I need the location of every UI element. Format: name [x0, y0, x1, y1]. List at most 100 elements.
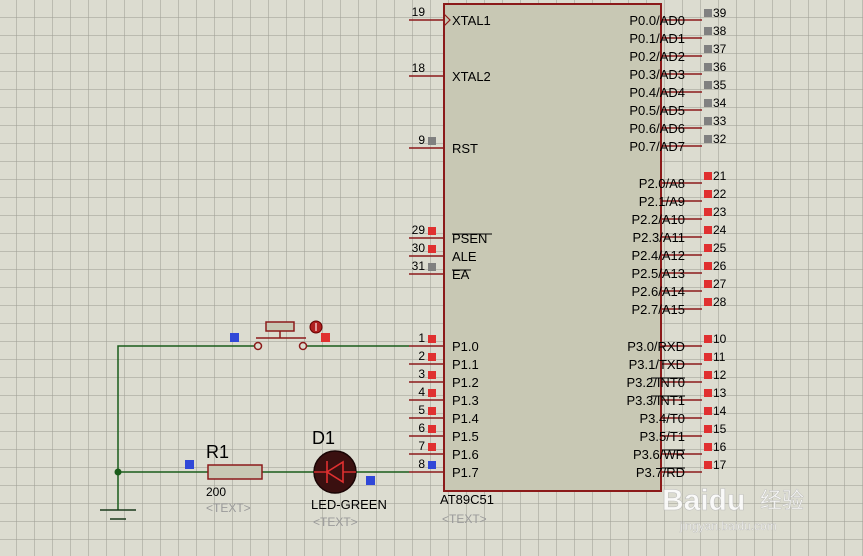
- pin-number: 38: [713, 24, 727, 38]
- pin-marker: [704, 244, 712, 252]
- pin-number: 23: [713, 205, 727, 219]
- pin-number: 36: [713, 60, 727, 74]
- pin-number: 21: [713, 169, 727, 183]
- pin-number: 4: [418, 385, 425, 399]
- pin-marker: [704, 298, 712, 306]
- pin-marker: [704, 335, 712, 343]
- pin-name: P2.5/A13: [632, 266, 686, 281]
- pin-name: XTAL2: [452, 69, 491, 84]
- pin-name: XTAL1: [452, 13, 491, 28]
- pin-number: 6: [418, 421, 425, 435]
- pin-name: P2.2/A10: [632, 212, 686, 227]
- pin-marker: [704, 461, 712, 469]
- pin-name: EA: [452, 267, 470, 282]
- pin-number: 13: [713, 386, 727, 400]
- button-contact-right: [298, 341, 308, 351]
- pin-name: P3.5/T1: [639, 429, 685, 444]
- resistor-body[interactable]: [207, 464, 263, 480]
- led-pin-marker: [366, 476, 375, 485]
- pin-marker: [704, 45, 712, 53]
- pin-number: 1: [418, 331, 425, 345]
- pin-marker: [704, 353, 712, 361]
- pin-number: 32: [713, 132, 727, 146]
- watermark: Baidu 经验 jingyan.baidu.com: [662, 484, 805, 533]
- pin-name: P1.5: [452, 429, 479, 444]
- button-contact-left: [253, 341, 263, 351]
- pin-name: P0.1/AD1: [629, 31, 685, 46]
- pin-marker: [428, 137, 436, 145]
- pin-marker: [428, 425, 436, 433]
- pin-marker: [704, 443, 712, 451]
- pin-marker: [428, 389, 436, 397]
- pin-name: P2.6/A14: [632, 284, 686, 299]
- led-part-label: LED-GREEN: [311, 497, 387, 512]
- pin-name: P3.0/RXD: [627, 339, 685, 354]
- pin-number: 29: [412, 223, 426, 237]
- ground-symbol[interactable]: [100, 509, 136, 520]
- pin-marker: [428, 227, 436, 235]
- pin-marker: [428, 443, 436, 451]
- pin-number: 37: [713, 42, 727, 56]
- pin-number: 15: [713, 422, 727, 436]
- pin-name: P3.2/INT0: [626, 375, 685, 390]
- pin-marker: [704, 27, 712, 35]
- button-cap[interactable]: [265, 321, 295, 332]
- pin-name: P3.4/T0: [639, 411, 685, 426]
- schematic-svg[interactable]: 19 XTAL1 18 XTAL2 9 RST 29 PSEN 30 ALE 31 EA 1 P1.0 2 P…: [0, 0, 863, 556]
- schematic-canvas[interactable]: 19 XTAL1 18 XTAL2 9 RST 29 PSEN 30 ALE 31 EA 1 P1.0 2 P…: [0, 0, 863, 556]
- pin-name: P0.0/AD0: [629, 13, 685, 28]
- pin-number: 19: [412, 5, 426, 19]
- pin-number: 27: [713, 277, 727, 291]
- pin-marker: [428, 263, 436, 271]
- pin-name: P1.7: [452, 465, 479, 480]
- pin-marker: [428, 371, 436, 379]
- pin-name: P2.3/A11: [632, 230, 685, 245]
- pin-number: 22: [713, 187, 727, 201]
- pin-number: 24: [713, 223, 727, 237]
- pin-number: 35: [713, 78, 727, 92]
- pin-marker: [704, 226, 712, 234]
- pin-marker: [704, 135, 712, 143]
- wires: [117, 345, 409, 510]
- pin-number: 25: [713, 241, 727, 255]
- pin-marker: [428, 335, 436, 343]
- pin-marker: [428, 407, 436, 415]
- push-button[interactable]: [253, 320, 323, 351]
- pin-name: P2.4/A12: [632, 248, 686, 263]
- pin-name: P0.2/AD2: [629, 49, 685, 64]
- pin-marker: [704, 262, 712, 270]
- pin-name: P1.3: [452, 393, 479, 408]
- pin-marker: [704, 208, 712, 216]
- pin-name: P1.2: [452, 375, 479, 390]
- pin-marker: [704, 425, 712, 433]
- pin-number: 17: [713, 458, 727, 472]
- pin-marker: [704, 81, 712, 89]
- pin-number: 5: [418, 403, 425, 417]
- pin-name: ALE: [452, 249, 477, 264]
- pin-number: 9: [418, 133, 425, 147]
- pin-number: 18: [412, 61, 426, 75]
- pin-name: P3.1/TXD: [629, 357, 685, 372]
- pin-marker: [704, 172, 712, 180]
- wire-button-to-ground[interactable]: [117, 345, 255, 472]
- pin-name: P2.1/A9: [639, 194, 685, 209]
- pin-marker: [704, 371, 712, 379]
- pin-marker: [428, 245, 436, 253]
- pin-name: P0.5/AD5: [629, 103, 685, 118]
- pin-marker: [704, 99, 712, 107]
- pin-number: 12: [713, 368, 727, 382]
- resistor-pin-marker: [185, 460, 194, 469]
- pin-number: 33: [713, 114, 727, 128]
- pin-name: PSEN: [452, 231, 487, 246]
- pin-number: 3: [418, 367, 425, 381]
- pin-number: 28: [713, 295, 727, 309]
- resistor-text-placeholder: <TEXT>: [206, 501, 251, 515]
- pin-number: 14: [713, 404, 727, 418]
- led-symbol[interactable]: [313, 450, 357, 494]
- wire-junction: [114, 468, 122, 476]
- pin-number: 10: [713, 332, 727, 346]
- led-ref: D1: [312, 428, 335, 448]
- pin-name: P1.0: [452, 339, 479, 354]
- pin-number: 26: [713, 259, 727, 273]
- pin-number: 7: [418, 439, 425, 453]
